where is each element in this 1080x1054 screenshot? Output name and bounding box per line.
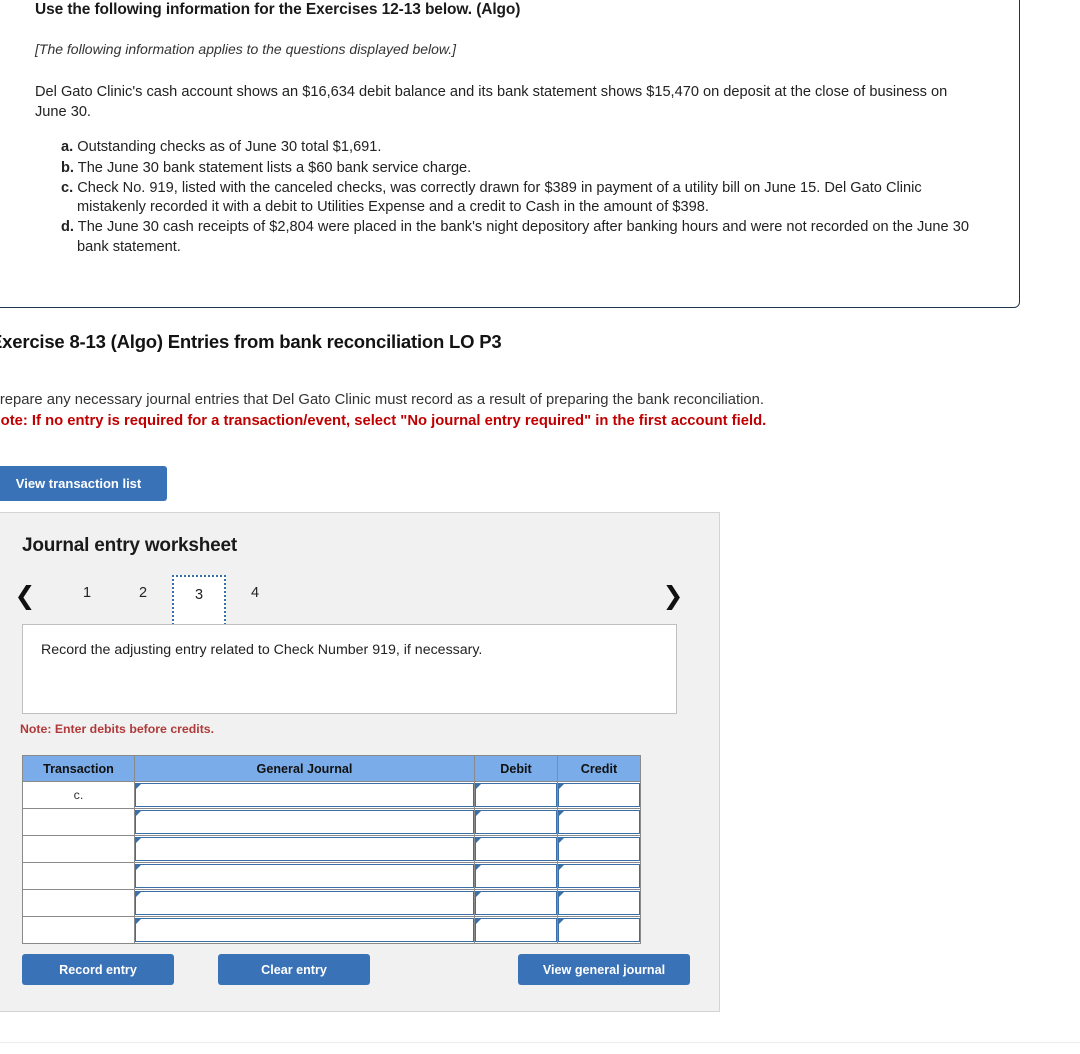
transaction-cell: [22, 889, 135, 917]
exercise-instructions: Prepare any necessary journal entries th…: [0, 390, 990, 432]
view-general-journal-button[interactable]: View general journal: [518, 954, 690, 985]
general-journal-cell[interactable]: [134, 889, 475, 917]
table-row: [22, 808, 641, 836]
debit-cell[interactable]: [474, 808, 558, 836]
chevron-right-icon[interactable]: ❯: [660, 581, 686, 611]
debit-input[interactable]: [475, 891, 557, 915]
worksheet-prompt-box: Record the adjusting entry related to Ch…: [22, 624, 677, 714]
transaction-cell: c.: [22, 781, 135, 809]
column-header-credit: Credit: [557, 755, 641, 782]
debit-cell[interactable]: [474, 862, 558, 890]
debit-input[interactable]: [475, 864, 557, 888]
debit-input[interactable]: [475, 837, 557, 861]
journal-entry-table: Transaction General Journal Debit Credit…: [22, 755, 641, 944]
credit-input[interactable]: [558, 810, 640, 834]
credit-input[interactable]: [558, 918, 640, 942]
credit-input[interactable]: [558, 891, 640, 915]
instruction-note: Note: If no entry is required for a tran…: [0, 413, 767, 429]
instruction-text: Prepare any necessary journal entries th…: [0, 392, 764, 408]
table-header-row: Transaction General Journal Debit Credit: [22, 755, 641, 782]
table-row: [22, 889, 641, 917]
debit-input[interactable]: [475, 918, 557, 942]
table-row: [22, 916, 641, 944]
info-list-item-text: The June 30 cash receipts of $2,804 were…: [77, 219, 969, 255]
credit-input[interactable]: [558, 783, 640, 807]
info-list-item: a. Outstanding checks as of June 30 tota…: [61, 138, 985, 157]
general-journal-input[interactable]: [135, 891, 474, 915]
transaction-cell: [22, 916, 135, 944]
note-enter-debits-before-credits: Note: Enter debits before credits.: [20, 722, 215, 736]
info-list-item-label: d.: [61, 219, 74, 236]
credit-cell[interactable]: [557, 889, 641, 917]
table-row: [22, 835, 641, 863]
general-journal-cell[interactable]: [134, 835, 475, 863]
general-journal-input[interactable]: [135, 783, 474, 807]
debit-cell[interactable]: [474, 781, 558, 809]
debit-input[interactable]: [475, 783, 557, 807]
worksheet-tab-3[interactable]: 3: [172, 575, 226, 625]
info-list-item-text: Outstanding checks as of June 30 total $…: [77, 139, 382, 156]
chevron-left-icon[interactable]: ❮: [12, 581, 38, 611]
general-journal-input[interactable]: [135, 810, 474, 834]
worksheet-title: Journal entry worksheet: [22, 535, 238, 556]
worksheet-tab-strip: ❮ 1 2 3 4 ❯: [12, 575, 692, 625]
credit-cell[interactable]: [557, 808, 641, 836]
worksheet-tab-2[interactable]: 2: [116, 575, 170, 623]
transaction-cell: [22, 835, 135, 863]
column-header-general-journal: General Journal: [134, 755, 475, 782]
general-journal-input[interactable]: [135, 864, 474, 888]
info-list-item-label: b.: [61, 159, 74, 176]
debit-cell[interactable]: [474, 835, 558, 863]
table-row: [22, 862, 641, 890]
info-box-paragraph: Del Gato Clinic's cash account shows an …: [35, 84, 948, 120]
page-bottom-divider: [0, 1042, 1080, 1043]
general-journal-cell[interactable]: [134, 862, 475, 890]
general-journal-cell[interactable]: [134, 916, 475, 944]
worksheet-tab-1[interactable]: 1: [60, 575, 114, 623]
debit-input[interactable]: [475, 810, 557, 834]
general-journal-cell[interactable]: [134, 808, 475, 836]
worksheet-prompt-text: Record the adjusting entry related to Ch…: [41, 642, 483, 658]
worksheet-tab-4[interactable]: 4: [228, 575, 282, 623]
info-list-item: c. Check No. 919, listed with the cancel…: [61, 179, 985, 218]
credit-input[interactable]: [558, 837, 640, 861]
clear-entry-button[interactable]: Clear entry: [218, 954, 370, 985]
exercise-heading: Exercise 8-13 (Algo) Entries from bank r…: [0, 331, 502, 352]
transaction-cell: [22, 808, 135, 836]
general-journal-input[interactable]: [135, 918, 474, 942]
general-journal-input[interactable]: [135, 837, 474, 861]
info-box-applies-note: [The following information applies to th…: [35, 41, 457, 57]
debit-cell[interactable]: [474, 916, 558, 944]
credit-cell[interactable]: [557, 862, 641, 890]
transaction-cell: [22, 862, 135, 890]
view-transaction-list-button[interactable]: View transaction list: [0, 466, 167, 501]
column-header-transaction: Transaction: [22, 755, 135, 782]
info-list-item: b. The June 30 bank statement lists a $6…: [61, 159, 985, 178]
info-box-item-list: a. Outstanding checks as of June 30 tota…: [35, 138, 985, 257]
table-row: c.: [22, 781, 641, 809]
info-list-item-label: a.: [61, 139, 74, 156]
credit-input[interactable]: [558, 864, 640, 888]
credit-cell[interactable]: [557, 781, 641, 809]
credit-cell[interactable]: [557, 835, 641, 863]
record-entry-button[interactable]: Record entry: [22, 954, 174, 985]
column-header-debit: Debit: [474, 755, 558, 782]
credit-cell[interactable]: [557, 916, 641, 944]
info-box-title: Use the following information for the Ex…: [35, 1, 521, 18]
info-list-item-label: c.: [61, 179, 74, 196]
general-journal-cell[interactable]: [134, 781, 475, 809]
exercise-info-box: Use the following information for the Ex…: [0, 0, 1020, 308]
info-list-item-text: Check No. 919, listed with the canceled …: [77, 179, 922, 216]
info-list-item-text: The June 30 bank statement lists a $60 b…: [77, 159, 472, 176]
journal-entry-worksheet-panel: Journal entry worksheet ❮ 1 2 3 4 ❯ Reco…: [0, 512, 720, 1012]
info-list-item: d. The June 30 cash receipts of $2,804 w…: [61, 218, 985, 257]
debit-cell[interactable]: [474, 889, 558, 917]
